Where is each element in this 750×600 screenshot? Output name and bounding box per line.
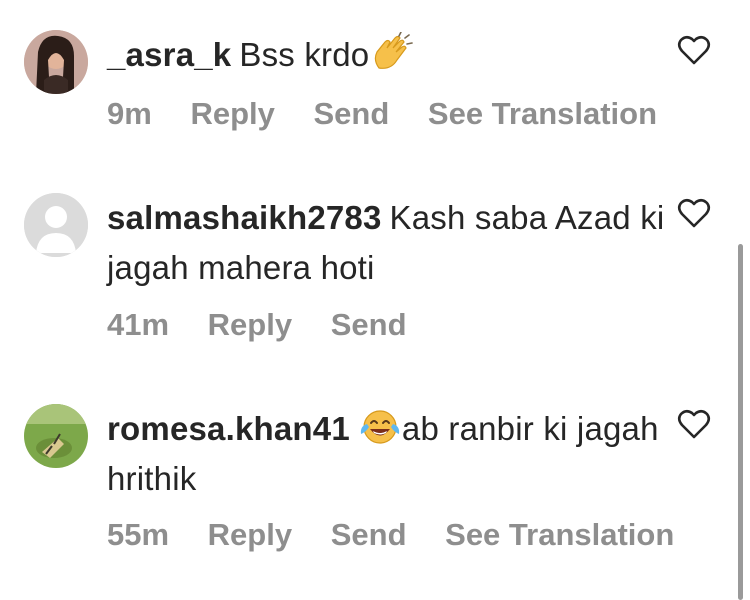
comment-body: _asra_k Bss krdo: [107, 30, 670, 80]
comment-meta: 41m Reply Send: [107, 307, 437, 343]
avatar[interactable]: [24, 404, 88, 468]
comment-username[interactable]: _asra_k: [107, 36, 231, 73]
reply-button[interactable]: Reply: [190, 96, 274, 131]
heart-outline-icon[interactable]: [677, 197, 711, 229]
avatar[interactable]: [24, 193, 88, 257]
reply-button[interactable]: Reply: [208, 307, 292, 342]
comment-meta: 55m Reply Send See Translation: [107, 517, 704, 553]
comment-time: 41m: [107, 307, 170, 342]
face-with-tears-of-joy-icon: [360, 410, 400, 444]
send-button[interactable]: Send: [313, 96, 389, 131]
comment-time: 55m: [107, 517, 170, 552]
send-button[interactable]: Send: [331, 307, 407, 342]
scrollbar[interactable]: [738, 244, 743, 600]
see-translation-button[interactable]: See Translation: [445, 517, 674, 552]
reply-button[interactable]: Reply: [208, 517, 292, 552]
see-translation-button[interactable]: See Translation: [428, 96, 657, 131]
comment-body: romesa.khan41 ab ranbir ki jagah hrithik: [107, 404, 670, 504]
default-avatar-icon: [24, 193, 88, 257]
heart-outline-icon[interactable]: [677, 34, 711, 66]
avatar[interactable]: [24, 30, 88, 94]
clapping-hands-icon: [375, 32, 414, 69]
comment-text: Bss krdo: [239, 36, 370, 73]
avatar-photo: [24, 30, 88, 94]
avatar-photo: [24, 404, 88, 468]
comment-username[interactable]: romesa.khan41: [107, 410, 350, 447]
send-button[interactable]: Send: [331, 517, 407, 552]
comment-meta: 9m Reply Send See Translation: [107, 96, 687, 132]
comment-username[interactable]: salmashaikh2783: [107, 199, 382, 236]
comment-body: salmashaikh2783 Kash saba Azad ki jagah m…: [107, 193, 670, 293]
comment-time: 9m: [107, 96, 152, 131]
heart-outline-icon[interactable]: [677, 408, 711, 440]
